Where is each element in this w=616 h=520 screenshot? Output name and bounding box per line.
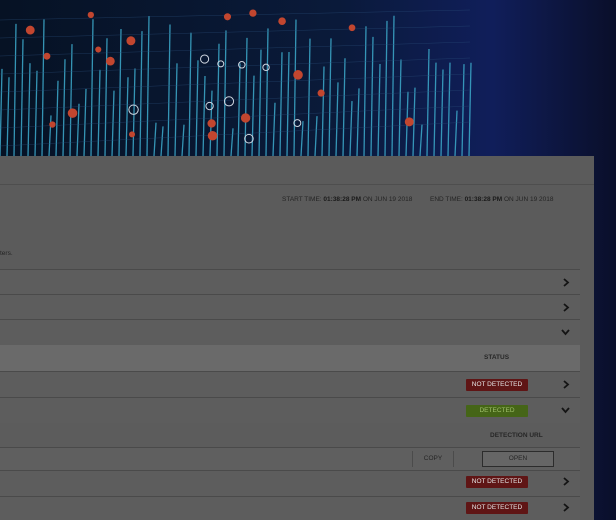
- results-panel: START TIME: 01:38:28 PM ON JUN 19 2018 E…: [0, 156, 594, 520]
- accordion-row-3-expanded[interactable]: [0, 319, 580, 346]
- open-button[interactable]: OPEN: [482, 451, 554, 467]
- copy-button[interactable]: COPY: [412, 451, 454, 467]
- chevron-right-icon[interactable]: [562, 503, 570, 512]
- status-badge: NOT DETECTED: [466, 476, 528, 488]
- accordion-row-1[interactable]: [0, 269, 580, 296]
- chevron-right-icon[interactable]: [562, 380, 570, 389]
- chevron-down-icon[interactable]: [561, 406, 570, 414]
- status-badge: NOT DETECTED: [466, 502, 528, 514]
- status-column-header: STATUS: [484, 354, 510, 361]
- chevron-down-icon[interactable]: [561, 328, 570, 336]
- end-time-info: END TIME: 01:38:28 PM ON JUN 19 2018: [430, 196, 554, 203]
- chevron-right-icon[interactable]: [562, 303, 570, 312]
- status-badge: NOT DETECTED: [466, 379, 528, 391]
- detection-url-column-header: DETECTION URL: [490, 432, 543, 439]
- scan-time-header[interactable]: START TIME: 01:38:28 PM ON JUN 19 2018 E…: [0, 184, 594, 220]
- detection-url-header-row: DETECTION URL: [0, 423, 580, 448]
- table-row[interactable]: NOT DETECTED: [0, 371, 580, 398]
- table-column-header: STATUS: [0, 345, 580, 372]
- detection-url-row: COPY OPEN: [0, 448, 580, 471]
- panel-top-strip: [0, 156, 594, 185]
- chevron-right-icon[interactable]: [562, 477, 570, 486]
- accordion-row-2[interactable]: [0, 294, 580, 321]
- chevron-right-icon[interactable]: [562, 278, 570, 287]
- start-time-info: START TIME: 01:38:28 PM ON JUN 19 2018: [282, 196, 413, 203]
- table-row[interactable]: NOT DETECTED: [0, 470, 580, 497]
- status-badge: DETECTED: [466, 405, 528, 417]
- table-row-expanded[interactable]: DETECTED: [0, 397, 580, 424]
- table-row[interactable]: NOT DETECTED: [0, 496, 580, 520]
- description-text: ters.: [0, 250, 13, 257]
